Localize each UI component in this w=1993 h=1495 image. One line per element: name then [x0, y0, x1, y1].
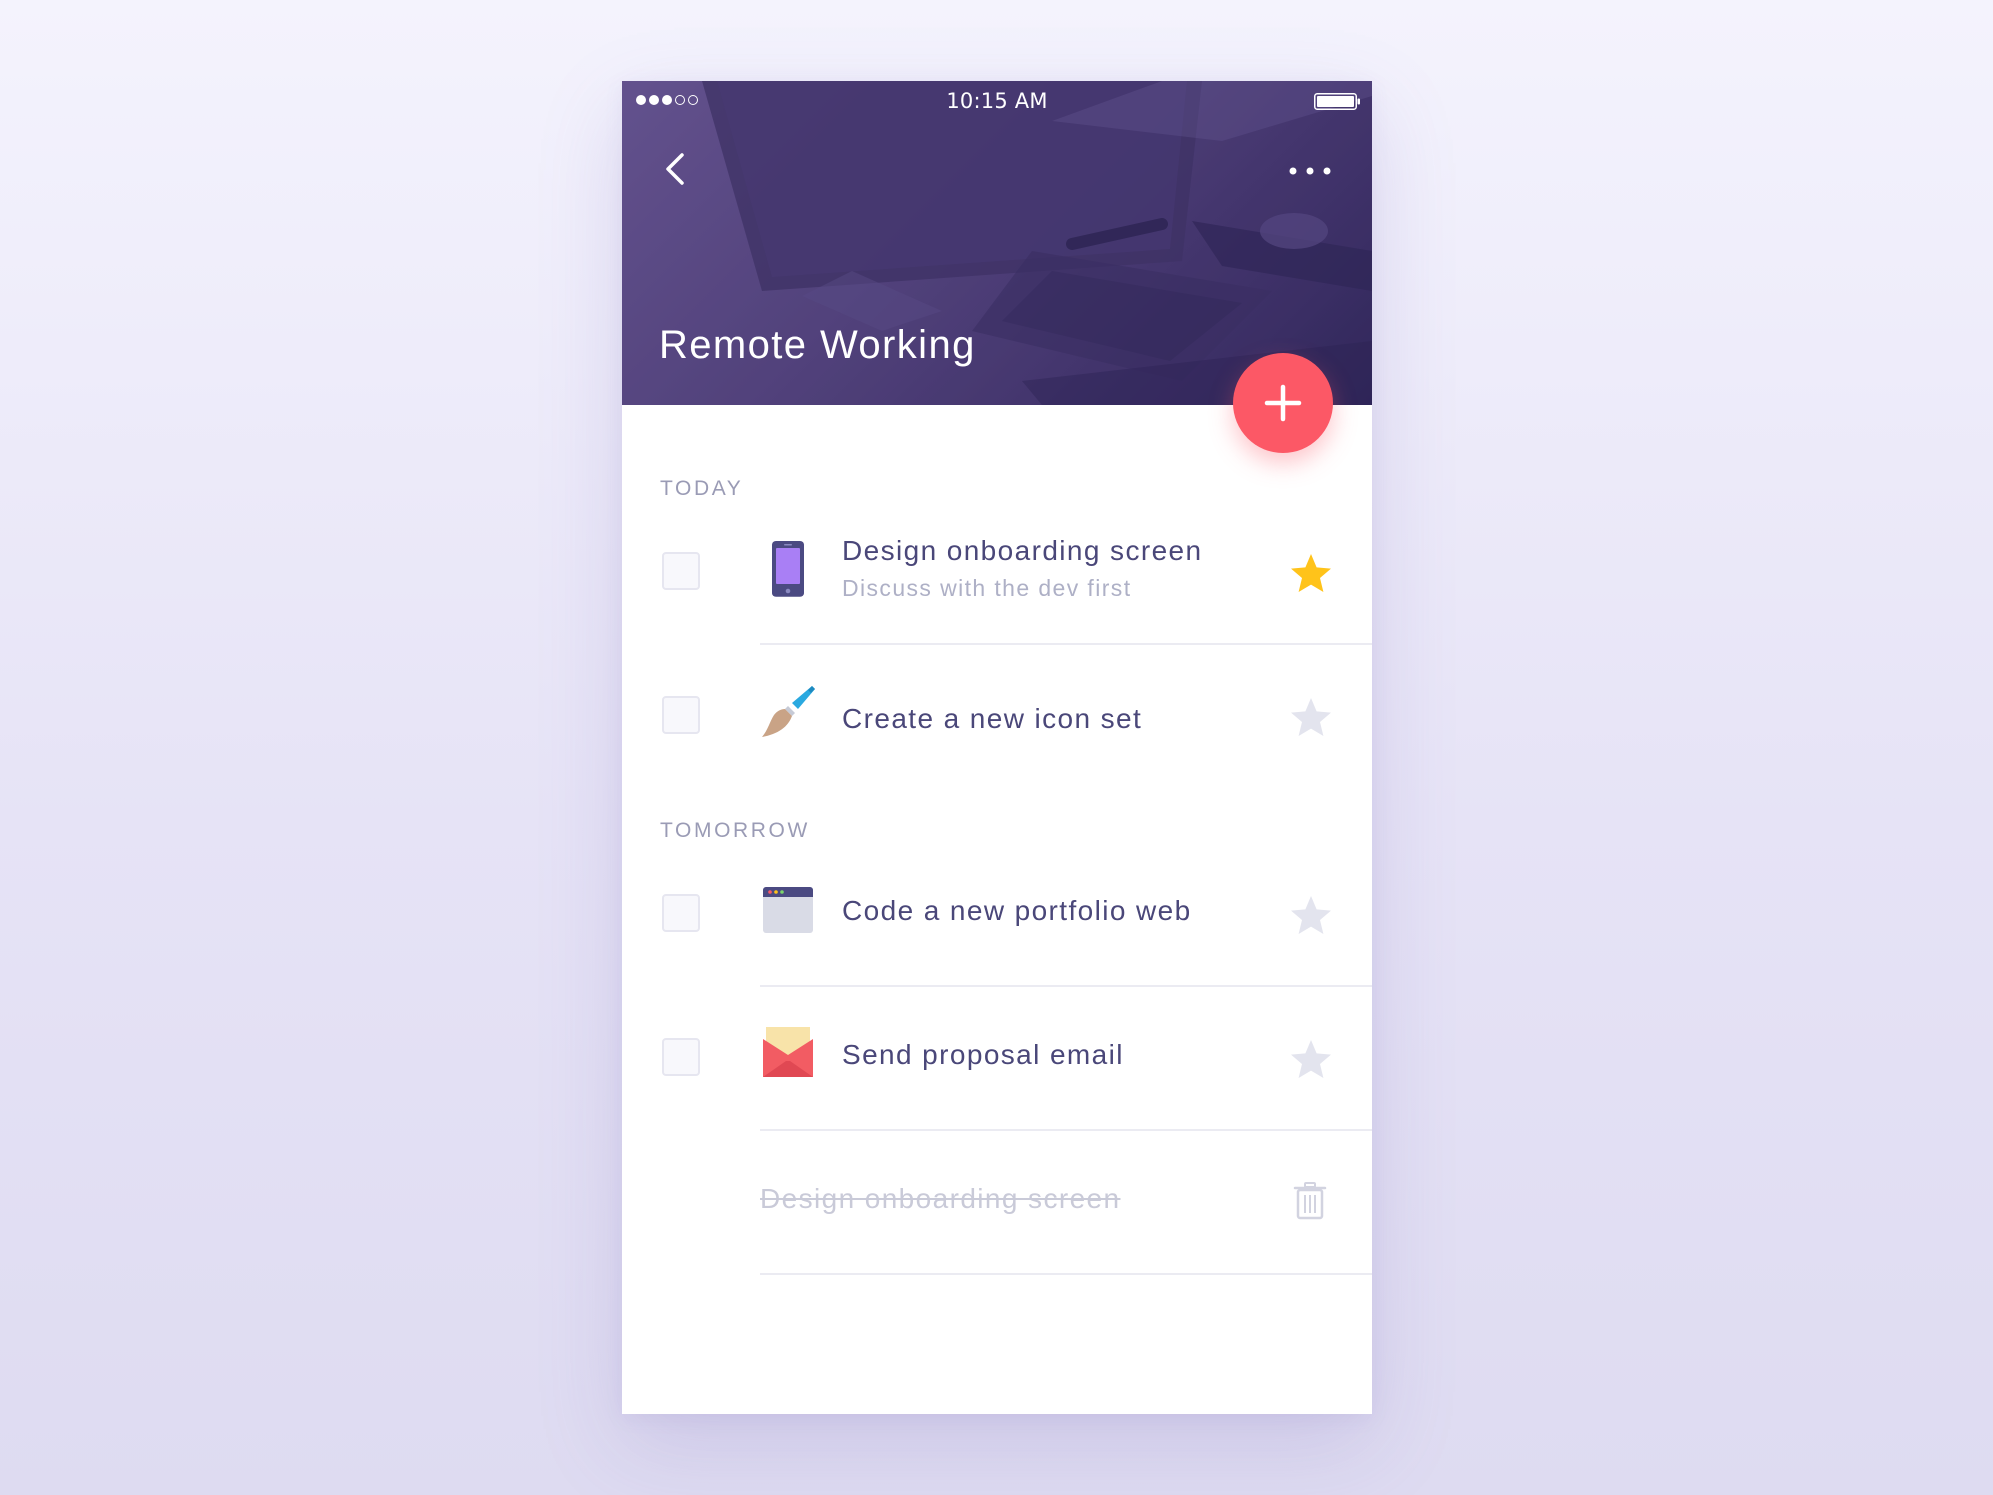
phone-screen: 10:15 AM Remote Working TODAY Design onb… — [622, 81, 1372, 1414]
divider — [760, 643, 1372, 645]
plus-icon — [1264, 384, 1302, 422]
status-time: 10:15 AM — [946, 89, 1048, 113]
task-title: Send proposal email — [842, 1039, 1124, 1070]
header-banner: 10:15 AM Remote Working — [622, 81, 1372, 405]
task-checkbox[interactable] — [662, 1038, 700, 1076]
page-title: Remote Working — [659, 323, 976, 367]
task-checkbox[interactable] — [662, 552, 700, 590]
envelope-icon — [763, 1027, 813, 1077]
status-bar: 10:15 AM — [622, 81, 1372, 121]
browser-window-icon — [763, 887, 813, 933]
section-label-today: TODAY — [660, 477, 744, 500]
star-icon[interactable] — [1288, 695, 1334, 741]
trash-icon[interactable] — [1292, 1181, 1328, 1221]
task-title: Design onboarding screen — [842, 535, 1203, 566]
paintbrush-icon — [762, 686, 815, 737]
star-icon[interactable] — [1288, 893, 1334, 939]
more-horizontal-icon[interactable] — [1286, 159, 1336, 183]
divider — [760, 985, 1372, 987]
completed-task-title: Design onboarding screen — [760, 1183, 1121, 1214]
chevron-left-icon[interactable] — [658, 149, 694, 189]
task-row[interactable]: Code a new portfolio web — [622, 849, 1372, 993]
star-icon[interactable] — [1288, 551, 1334, 597]
task-checkbox[interactable] — [662, 894, 700, 932]
section-label-tomorrow: TOMORROW — [660, 819, 810, 842]
task-subtitle: Discuss with the dev first — [842, 575, 1132, 601]
task-row[interactable]: Send proposal email — [622, 993, 1372, 1137]
task-checkbox[interactable] — [662, 696, 700, 734]
task-title: Code a new portfolio web — [842, 895, 1192, 926]
divider — [760, 1273, 1372, 1275]
task-row[interactable]: Create a new icon set — [622, 651, 1372, 795]
task-row[interactable]: Design onboarding screen Discuss with th… — [622, 507, 1372, 651]
add-task-button[interactable] — [1233, 353, 1333, 453]
battery-icon — [1314, 93, 1360, 110]
task-title: Create a new icon set — [842, 703, 1143, 734]
completed-task-row[interactable]: Design onboarding screen — [622, 1137, 1372, 1281]
divider — [760, 1129, 1372, 1131]
star-icon[interactable] — [1288, 1037, 1334, 1083]
phone-icon — [772, 541, 804, 597]
